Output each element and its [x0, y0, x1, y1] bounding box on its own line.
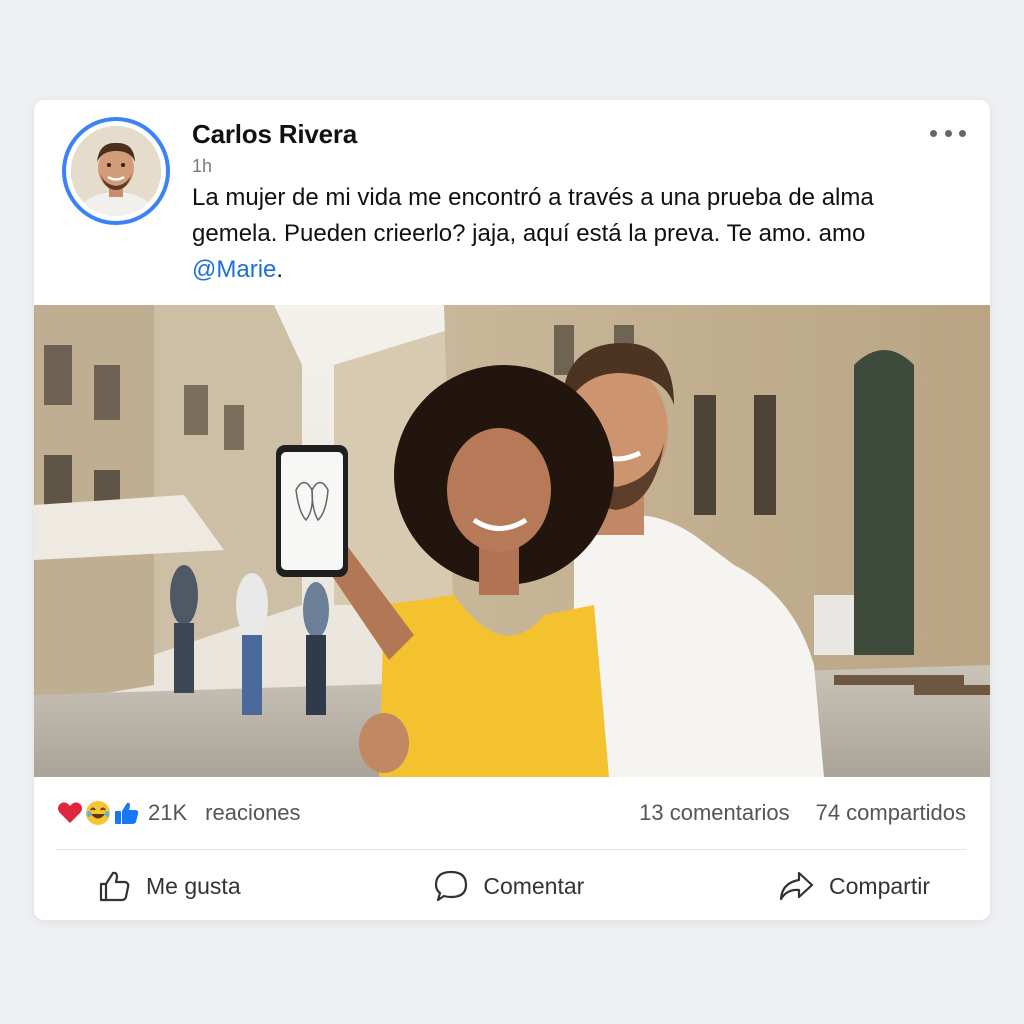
dot — [930, 129, 937, 137]
dot — [944, 129, 952, 137]
stats-row: 21K reaciones 13 comentarios 74 comparti… — [56, 796, 966, 830]
action-bar: Me gusta Comentar Compartir — [34, 860, 990, 912]
reaction-icons[interactable] — [56, 799, 140, 827]
post-body-end: . — [276, 256, 284, 283]
comments-count[interactable]: 13 comentarios — [639, 800, 789, 826]
thumbs-up-icon — [115, 802, 139, 824]
share-arrow-icon — [779, 871, 814, 901]
like-label: Me gusta — [146, 872, 241, 899]
post-timestamp[interactable]: 1h — [192, 156, 212, 177]
author-avatar-ring[interactable] — [62, 117, 170, 225]
comment-label: Comentar — [483, 872, 585, 899]
heart-icon — [58, 802, 82, 823]
speech-bubble-icon — [435, 870, 468, 902]
like-button[interactable]: Me gusta — [96, 868, 241, 904]
avatar — [71, 126, 161, 216]
dot — [959, 129, 966, 137]
reaction-count[interactable]: 21K — [148, 800, 187, 826]
share-button[interactable]: Compartir — [777, 868, 930, 904]
divider — [56, 849, 966, 850]
post-photo[interactable] — [34, 305, 990, 777]
reaction-label: reaciones — [205, 800, 301, 825]
post-body: La mujer de mi vida me encontró a través… — [192, 184, 874, 247]
shares-count[interactable]: 74 compartidos — [816, 800, 966, 826]
laughing-face-icon — [86, 801, 110, 825]
post-card: Carlos Rivera 1h La mujer de mi vida me … — [34, 100, 990, 920]
share-label: Compartir — [829, 872, 930, 899]
mention-link[interactable]: @Marie — [192, 256, 276, 283]
author-name[interactable]: Carlos Rivera — [192, 119, 357, 150]
thumbs-up-outline-icon — [99, 871, 130, 902]
post-text: La mujer de mi vida me encontró a través… — [192, 180, 952, 288]
comment-button[interactable]: Comentar — [433, 868, 584, 904]
more-options-icon[interactable] — [930, 122, 966, 144]
